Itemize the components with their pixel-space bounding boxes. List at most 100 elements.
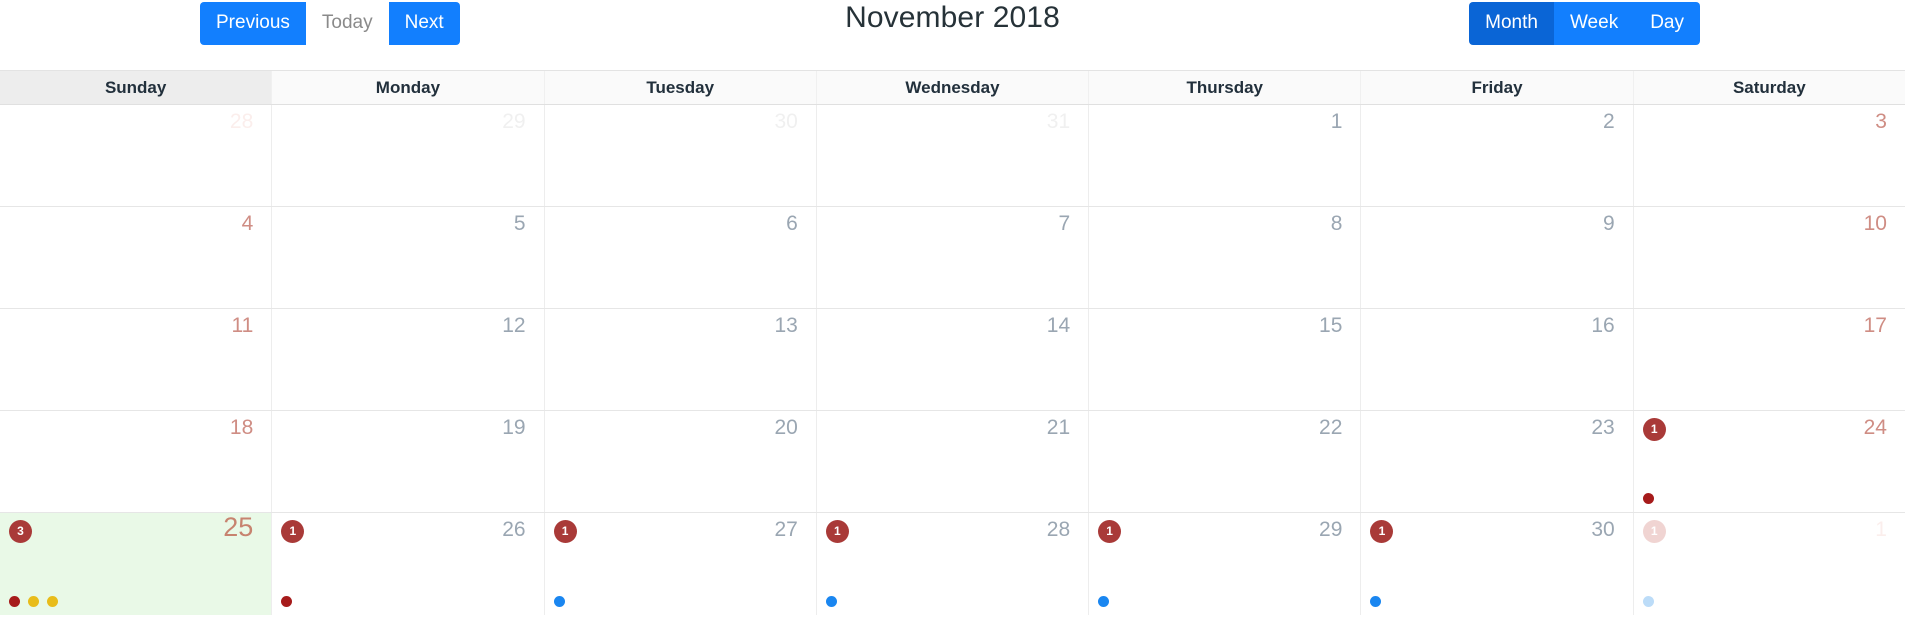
day-of-week-header-monday: Monday [272, 71, 545, 104]
event-dot[interactable] [1642, 493, 1654, 504]
calendar-day-cell[interactable]: 7 [816, 207, 1090, 308]
calendar-day-cell[interactable]: 1 24 [1633, 411, 1905, 512]
calendar-day-cell[interactable]: 13 [544, 309, 817, 410]
calendar-day-cell[interactable]: 4 [0, 207, 273, 308]
calendar-day-cell[interactable]: 1 26 [272, 513, 545, 615]
day-number: 19 [502, 416, 526, 439]
event-dot-group [9, 596, 58, 607]
day-number: 1 [1875, 518, 1887, 541]
day-of-week-header-tuesday: Tuesday [544, 71, 817, 104]
calendar-week-row: 28 29 30 31 1 2 3 [0, 105, 1905, 207]
day-view-button[interactable]: Day [1634, 2, 1700, 45]
day-number: 22 [1319, 416, 1343, 439]
day-number: 28 [229, 110, 254, 133]
event-dot[interactable] [28, 596, 39, 607]
day-number: 27 [774, 518, 798, 541]
month-calendar-grid: Sunday Monday Tuesday Wednesday Thursday Frid… [0, 70, 1905, 615]
day-number: 23 [1591, 416, 1615, 439]
event-dot[interactable] [825, 596, 837, 607]
view-switcher-button-group: Month Week Day [1469, 2, 1700, 45]
day-number: 12 [502, 314, 526, 337]
calendar-week-row: 18 19 20 21 22 23 1 24 [0, 411, 1905, 513]
day-number: 18 [229, 416, 254, 439]
event-dot[interactable] [47, 596, 58, 607]
month-view-button[interactable]: Month [1469, 2, 1554, 45]
calendar-day-cell[interactable]: 12 [272, 309, 545, 410]
calendar-day-cell[interactable]: 11 [1633, 513, 1905, 615]
day-of-week-header-wednesday: Wednesday [816, 71, 1090, 104]
calendar-day-cell[interactable]: 1 29 [1089, 513, 1362, 615]
calendar-day-cell[interactable]: 1 [1089, 105, 1362, 206]
day-number: 2 [1603, 110, 1615, 133]
day-number: 5 [513, 212, 526, 235]
calendar-day-cell[interactable]: 31 [816, 105, 1090, 206]
calendar-day-cell[interactable]: 19 [272, 411, 545, 512]
event-dot[interactable] [1098, 596, 1110, 607]
day-number: 11 [231, 314, 254, 337]
day-number: 25 [223, 513, 254, 542]
event-count-badge: 1 [1642, 418, 1666, 441]
day-number: 20 [774, 416, 798, 439]
event-dot-group [1370, 596, 1382, 607]
calendar-day-cell[interactable]: 20 [544, 411, 817, 512]
calendar-day-cell[interactable]: 28 [0, 105, 273, 206]
calendar-day-cell[interactable]: 16 [1361, 309, 1634, 410]
calendar-day-cell[interactable]: 9 [1361, 207, 1634, 308]
calendar-day-cell[interactable]: 21 [816, 411, 1090, 512]
event-count-badge: 1 [553, 520, 577, 543]
event-count-badge: 1 [281, 520, 305, 543]
calendar-day-cell[interactable]: 1 27 [544, 513, 817, 615]
calendar-day-cell[interactable]: 1 30 [1361, 513, 1634, 615]
event-dot[interactable] [9, 596, 20, 607]
calendar-day-cell-today[interactable]: 3 25 [0, 513, 273, 615]
event-dot-group [281, 596, 293, 607]
calendar-day-cell[interactable]: 3 [1633, 105, 1905, 206]
event-count-badge: 1 [1642, 520, 1666, 543]
event-dot[interactable] [1370, 596, 1382, 607]
week-view-button[interactable]: Week [1553, 2, 1635, 45]
event-count-badge: 1 [1370, 520, 1394, 543]
day-number: 21 [1046, 416, 1071, 439]
calendar-week-row: 11 12 13 14 15 16 17 [0, 309, 1905, 411]
event-dot-group [1098, 596, 1110, 607]
calendar-week-row: 4 5 6 7 8 9 10 [0, 207, 1905, 309]
day-number: 8 [1330, 212, 1343, 235]
calendar-day-cell[interactable]: 1 28 [816, 513, 1090, 615]
day-number: 29 [1319, 518, 1343, 541]
calendar-day-cell[interactable]: 11 [0, 309, 273, 410]
day-number: 10 [1863, 212, 1887, 235]
calendar-day-cell[interactable]: 5 [272, 207, 545, 308]
calendar-day-cell[interactable]: 23 [1361, 411, 1634, 512]
day-number: 13 [774, 314, 798, 337]
event-dot[interactable] [1642, 596, 1654, 607]
day-number: 7 [1058, 212, 1071, 235]
calendar-day-cell[interactable]: 8 [1089, 207, 1362, 308]
event-count-badge: 1 [825, 520, 849, 543]
day-number: 9 [1603, 212, 1615, 235]
calendar-day-cell[interactable]: 15 [1089, 309, 1362, 410]
day-number: 24 [1863, 416, 1887, 439]
event-count-badge: 1 [1098, 520, 1122, 543]
event-dot[interactable] [553, 596, 565, 607]
event-dot[interactable] [281, 596, 293, 607]
calendar-day-cell[interactable]: 22 [1089, 411, 1362, 512]
calendar-day-cell[interactable]: 10 [1633, 207, 1905, 308]
calendar-day-cell[interactable]: 17 [1633, 309, 1905, 410]
calendar-day-cell[interactable]: 29 [272, 105, 545, 206]
calendar-day-cell[interactable]: 30 [544, 105, 817, 206]
day-number: 6 [786, 212, 798, 235]
day-of-week-header-row: Sunday Monday Tuesday Wednesday Thursday Frid… [0, 71, 1905, 105]
day-number: 29 [502, 110, 526, 133]
calendar-day-cell[interactable]: 6 [544, 207, 817, 308]
event-count-badge: 3 [9, 520, 32, 543]
calendar-toolbar: Previous Today Next November 2018 Month … [0, 0, 1905, 70]
day-of-week-header-sunday: Sunday [0, 71, 273, 104]
day-number: 30 [1591, 518, 1615, 541]
calendar-day-cell[interactable]: 14 [816, 309, 1090, 410]
calendar-day-cell[interactable]: 2 [1361, 105, 1634, 206]
day-number: 16 [1591, 314, 1615, 337]
event-dot-group [553, 596, 565, 607]
calendar-day-cell[interactable]: 18 [0, 411, 273, 512]
day-of-week-header-thursday: Thursday [1089, 71, 1362, 104]
calendar-week-row: 3 25 1 26 1 27 1 28 1 29 1 30 1 1 [0, 513, 1905, 615]
